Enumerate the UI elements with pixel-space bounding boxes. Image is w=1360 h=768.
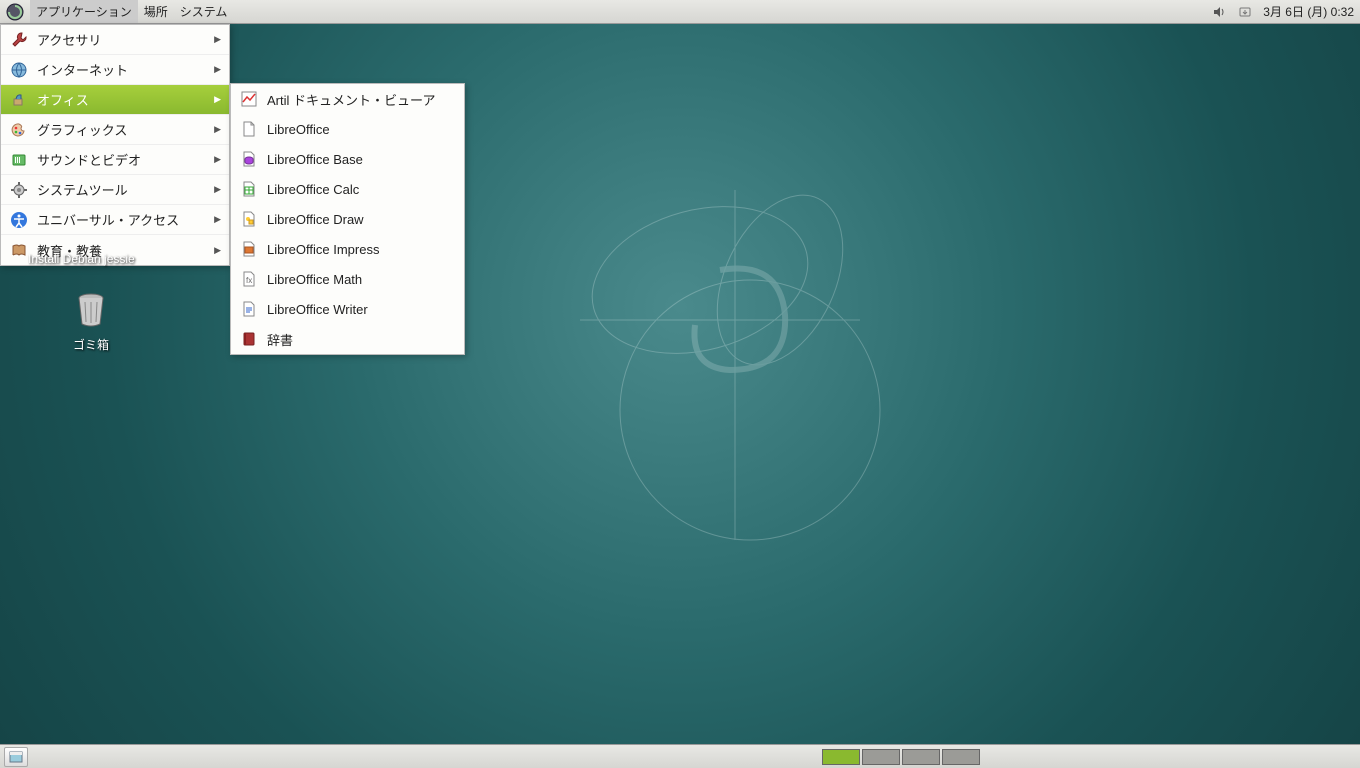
top-panel: アプリケーション 場所 システム 3月 6日 (月) 0:32 xyxy=(0,0,1360,24)
menu-universal-access[interactable]: ユニバーサル・アクセス ▶ xyxy=(1,205,229,235)
bottom-panel xyxy=(0,744,1360,768)
draw-icon xyxy=(239,209,259,229)
chart-icon xyxy=(239,89,259,109)
app-label: Artil ドキュメント・ビューア xyxy=(267,90,435,109)
app-libreoffice-draw[interactable]: LibreOffice Draw xyxy=(231,204,464,234)
app-libreoffice-base[interactable]: LibreOffice Base xyxy=(231,144,464,174)
chevron-right-icon: ▶ xyxy=(214,94,221,105)
workspace-3[interactable] xyxy=(902,749,940,765)
menu-label: インターネット xyxy=(37,60,128,79)
menu-applications[interactable]: アプリケーション xyxy=(30,0,138,23)
app-libreoffice-calc[interactable]: LibreOffice Calc xyxy=(231,174,464,204)
workspace-switcher xyxy=(822,749,980,765)
menu-label: グラフィックス xyxy=(37,120,127,139)
app-label: LibreOffice Math xyxy=(267,272,362,287)
menu-sound-video[interactable]: サウンドとビデオ ▶ xyxy=(1,145,229,175)
app-label: 辞書 xyxy=(267,330,293,349)
app-label: LibreOffice Draw xyxy=(267,212,364,227)
workspace-2[interactable] xyxy=(862,749,900,765)
education-icon xyxy=(9,240,29,260)
chevron-right-icon: ▶ xyxy=(214,184,221,195)
wallpaper-swirl xyxy=(540,150,940,550)
svg-text:fx: fx xyxy=(246,276,252,285)
menu-office[interactable]: オフィス ▶ xyxy=(1,85,229,115)
calc-icon xyxy=(239,179,259,199)
menu-graphics[interactable]: グラフィックス ▶ xyxy=(1,115,229,145)
app-dictionary[interactable]: 辞書 xyxy=(231,324,464,354)
menu-label: アクセサリ xyxy=(37,30,101,49)
menu-internet[interactable]: インターネット ▶ xyxy=(1,55,229,85)
install-debian-label: Install Debian jessie xyxy=(28,252,135,266)
wrench-icon xyxy=(9,30,29,50)
show-desktop-button[interactable] xyxy=(4,747,28,767)
office-icon xyxy=(9,90,29,110)
writer-icon xyxy=(239,299,259,319)
trash-label: ゴミ箱 xyxy=(46,336,136,353)
panel-clock[interactable]: 3月 6日 (月) 0:32 xyxy=(1263,3,1354,20)
menu-label: ユニバーサル・アクセス xyxy=(37,210,179,229)
app-label: LibreOffice Base xyxy=(267,152,363,167)
workspace-1[interactable] xyxy=(822,749,860,765)
workspace-4[interactable] xyxy=(942,749,980,765)
app-label: LibreOffice Writer xyxy=(267,302,368,317)
palette-icon xyxy=(9,120,29,140)
app-libreoffice-impress[interactable]: LibreOffice Impress xyxy=(231,234,464,264)
chevron-right-icon: ▶ xyxy=(214,34,221,45)
menu-accessories[interactable]: アクセサリ ▶ xyxy=(1,25,229,55)
distro-logo-icon xyxy=(4,1,26,23)
app-label: LibreOffice Impress xyxy=(267,242,379,257)
gear-icon xyxy=(9,180,29,200)
chevron-right-icon: ▶ xyxy=(214,214,221,225)
menu-label: システムツール xyxy=(37,180,128,199)
app-libreoffice-math[interactable]: fx LibreOffice Math xyxy=(231,264,464,294)
base-icon xyxy=(239,149,259,169)
app-label: LibreOffice xyxy=(267,122,330,137)
menu-system[interactable]: システム xyxy=(174,0,234,23)
chevron-right-icon: ▶ xyxy=(214,154,221,165)
app-libreoffice-writer[interactable]: LibreOffice Writer xyxy=(231,294,464,324)
chevron-right-icon: ▶ xyxy=(214,245,221,256)
app-label: LibreOffice Calc xyxy=(267,182,359,197)
app-artil-viewer[interactable]: Artil ドキュメント・ビューア xyxy=(231,84,464,114)
menu-system-tools[interactable]: システムツール ▶ xyxy=(1,175,229,205)
math-icon: fx xyxy=(239,269,259,289)
menu-label: サウンドとビデオ xyxy=(37,150,141,169)
access-icon xyxy=(9,210,29,230)
desktop: アプリケーション 場所 システム 3月 6日 (月) 0:32 Install … xyxy=(0,0,1360,768)
impress-icon xyxy=(239,239,259,259)
chevron-right-icon: ▶ xyxy=(214,64,221,75)
trash-icon xyxy=(67,284,115,332)
office-submenu: Artil ドキュメント・ビューア LibreOffice LibreOffic… xyxy=(230,83,465,355)
updates-icon[interactable] xyxy=(1237,4,1253,20)
menu-label: オフィス xyxy=(37,90,89,109)
volume-icon[interactable] xyxy=(1211,4,1227,20)
chevron-right-icon: ▶ xyxy=(214,124,221,135)
desktop-trash[interactable]: ゴミ箱 xyxy=(46,284,136,353)
media-icon xyxy=(9,150,29,170)
menu-places[interactable]: 場所 xyxy=(138,0,174,23)
dict-icon xyxy=(239,329,259,349)
globe-icon xyxy=(9,60,29,80)
applications-menu: アクセサリ ▶ インターネット ▶ オフィス ▶ グラフィックス ▶ サウンドと… xyxy=(0,24,230,266)
app-libreoffice[interactable]: LibreOffice xyxy=(231,114,464,144)
doc-blank-icon xyxy=(239,119,259,139)
